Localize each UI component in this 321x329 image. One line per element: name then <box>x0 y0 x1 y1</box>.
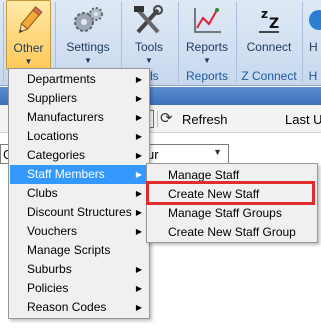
chevron-down-icon: ▼ <box>145 56 153 65</box>
settings-button-label: Settings <box>66 40 110 54</box>
menu-item-label: Categories <box>27 148 86 162</box>
svg-text:Z: Z <box>269 16 279 32</box>
settings-button[interactable]: Settings ▼ <box>58 0 118 70</box>
menu-item-categories[interactable]: Categories ▶ <box>10 146 148 165</box>
menu-item-label: Clubs <box>27 186 58 200</box>
reports-button[interactable]: Reports ▼ <box>181 0 233 70</box>
menu-item-label: Departments <box>27 72 96 86</box>
submenu-item-manage-staff-groups[interactable]: Manage Staff Groups <box>148 204 316 223</box>
help-button[interactable]: H <box>305 0 321 70</box>
menu-item-locations[interactable]: Locations ▶ <box>10 127 148 146</box>
menu-item-label: Discount Structures <box>27 205 132 219</box>
menu-item-vouchers[interactable]: Vouchers ▶ <box>10 222 148 241</box>
menu-item-label: Vouchers <box>27 224 78 238</box>
chevron-down-icon: ▼ <box>203 56 211 65</box>
other-button[interactable]: Other ▼ <box>6 0 51 70</box>
tools-button-label: Tools <box>134 40 163 54</box>
menu-item-label: Manufacturers <box>27 110 104 124</box>
chevron-down-icon[interactable]: ▼ <box>213 147 222 157</box>
menu-item-manufacturers[interactable]: Manufacturers ▶ <box>10 108 148 127</box>
chevron-right-icon: ▶ <box>135 303 142 312</box>
reports-button-label: Reports <box>185 40 229 54</box>
tools-button[interactable]: Tools ▼ <box>124 0 174 70</box>
toolbar-separator <box>157 111 158 127</box>
chevron-right-icon: ▶ <box>135 132 142 141</box>
menu-item-staff-members[interactable]: Staff Members ▶ <box>10 165 148 184</box>
other-button-label: Other <box>13 41 44 55</box>
ribbon-separator <box>302 2 303 82</box>
menu-item-label: Suppliers <box>27 91 78 105</box>
chevron-right-icon: ▶ <box>135 75 142 84</box>
connect-button[interactable]: z Z Connect <box>239 0 299 70</box>
chevron-down-icon: ▼ <box>24 57 33 66</box>
group-label-reports: Reports <box>185 69 229 83</box>
connect-button-label: Connect <box>246 40 292 54</box>
menu-item-manage-scripts[interactable]: Manage Scripts <box>10 241 148 260</box>
help-icon <box>305 4 321 36</box>
menu-item-departments[interactable]: Departments ▶ <box>10 70 148 89</box>
chevron-right-icon: ▶ <box>135 170 142 179</box>
pencil-icon <box>7 5 50 37</box>
submenu-item-label: Create New Staff Group <box>168 225 296 239</box>
other-menu: Departments ▶ Suppliers ▶ Manufacturers … <box>8 68 150 319</box>
highlight-outline <box>146 181 315 205</box>
chevron-right-icon: ▶ <box>135 113 142 122</box>
chevron-right-icon: ▶ <box>135 189 142 198</box>
menu-item-clubs[interactable]: Clubs ▶ <box>10 184 148 203</box>
ribbon-separator <box>236 2 237 82</box>
sleep-z-icon: z Z <box>239 4 299 36</box>
menu-item-suppliers[interactable]: Suppliers ▶ <box>10 89 148 108</box>
chart-icon <box>181 4 233 36</box>
menu-item-label: Staff Members <box>27 167 105 181</box>
menu-item-suburbs[interactable]: Suburbs ▶ <box>10 260 148 279</box>
chevron-right-icon: ▶ <box>135 94 142 103</box>
submenu-item-create-new-staff-group[interactable]: Create New Staff Group <box>148 223 316 242</box>
menu-item-label: Reason Codes <box>27 300 107 314</box>
last-updated-label: Last U <box>285 112 321 127</box>
chevron-right-icon: ▶ <box>135 265 142 274</box>
chevron-right-icon: ▶ <box>135 151 142 160</box>
ribbon-separator <box>3 2 4 82</box>
svg-text:z: z <box>261 7 268 21</box>
help-button-label: H <box>309 40 318 54</box>
menu-item-reason-codes[interactable]: Reason Codes ▶ <box>10 298 148 317</box>
chevron-right-icon: ▶ <box>135 227 142 236</box>
refresh-icon[interactable]: ⟳ <box>160 111 173 127</box>
chevron-right-icon: ▶ <box>135 284 142 293</box>
chevron-down-icon: ▼ <box>84 56 92 65</box>
chevron-right-icon: ▶ <box>135 208 142 217</box>
menu-item-label: Locations <box>27 129 79 143</box>
menu-item-label: Suburbs <box>27 262 72 276</box>
tools-icon <box>124 4 174 36</box>
ribbon-separator <box>178 2 179 82</box>
gears-icon <box>58 4 118 36</box>
menu-item-discount-structures[interactable]: Discount Structures ▶ <box>10 203 148 222</box>
group-label-h: H <box>308 69 318 83</box>
group-label-z-connect: Z Connect <box>241 69 297 83</box>
menu-item-label: Policies <box>27 281 69 295</box>
refresh-button[interactable]: Refresh <box>182 112 228 127</box>
menu-item-policies[interactable]: Policies ▶ <box>10 279 148 298</box>
submenu-item-label: Manage Staff Groups <box>168 206 282 220</box>
menu-item-label: Manage Scripts <box>27 243 111 257</box>
